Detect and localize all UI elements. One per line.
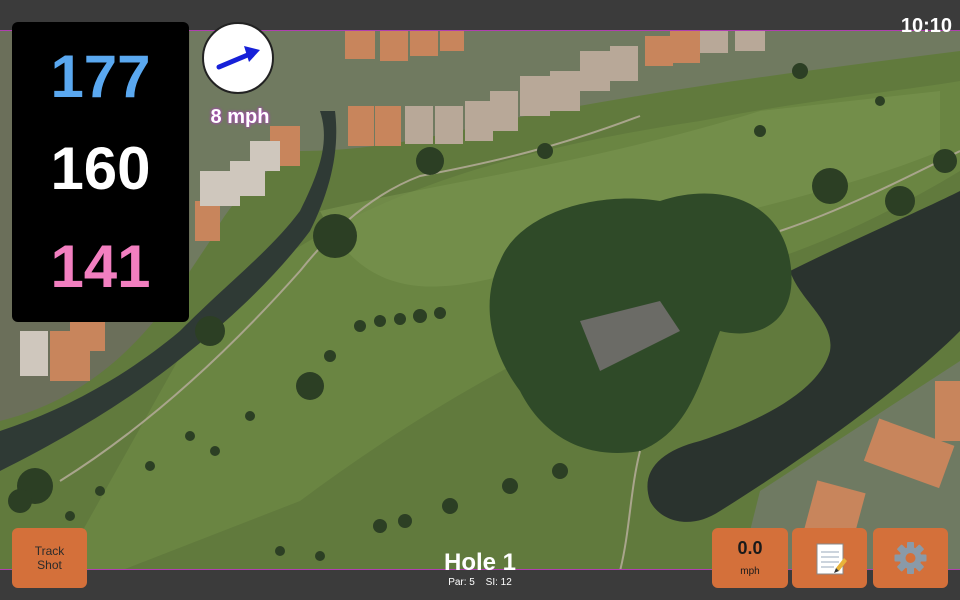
track-shot-label-line2: Shot: [37, 558, 62, 572]
notes-button[interactable]: [792, 528, 867, 588]
wind-indicator[interactable]: [202, 22, 274, 94]
wind-speed: 8 mph: [210, 106, 270, 128]
hole-title: Hole 1: [443, 549, 517, 576]
gear-icon: [894, 542, 927, 574]
middle-yardage: 160: [50, 135, 151, 202]
track-shot-button[interactable]: Track Shot: [12, 528, 87, 588]
wind-arrow-icon: [216, 46, 260, 70]
notepad-icon: [816, 543, 847, 575]
par-label: Par: 5: [448, 577, 475, 588]
track-shot-label-line1: Track: [34, 544, 65, 558]
swing-speed-value: 0.0: [737, 538, 763, 558]
clock: 10:10: [900, 15, 952, 37]
swing-speed-button[interactable]: 0.0 mph: [712, 528, 788, 588]
stroke-index-label: SI: 12: [485, 577, 512, 588]
settings-button[interactable]: [873, 528, 948, 588]
swing-speed-unit: mph: [740, 566, 760, 577]
front-yardage: 141: [50, 233, 151, 300]
back-yardage: 177: [50, 43, 151, 110]
hole-info: Par: 5 SI: 12: [380, 577, 580, 588]
yardage-panel: 177 160 141: [12, 22, 189, 322]
